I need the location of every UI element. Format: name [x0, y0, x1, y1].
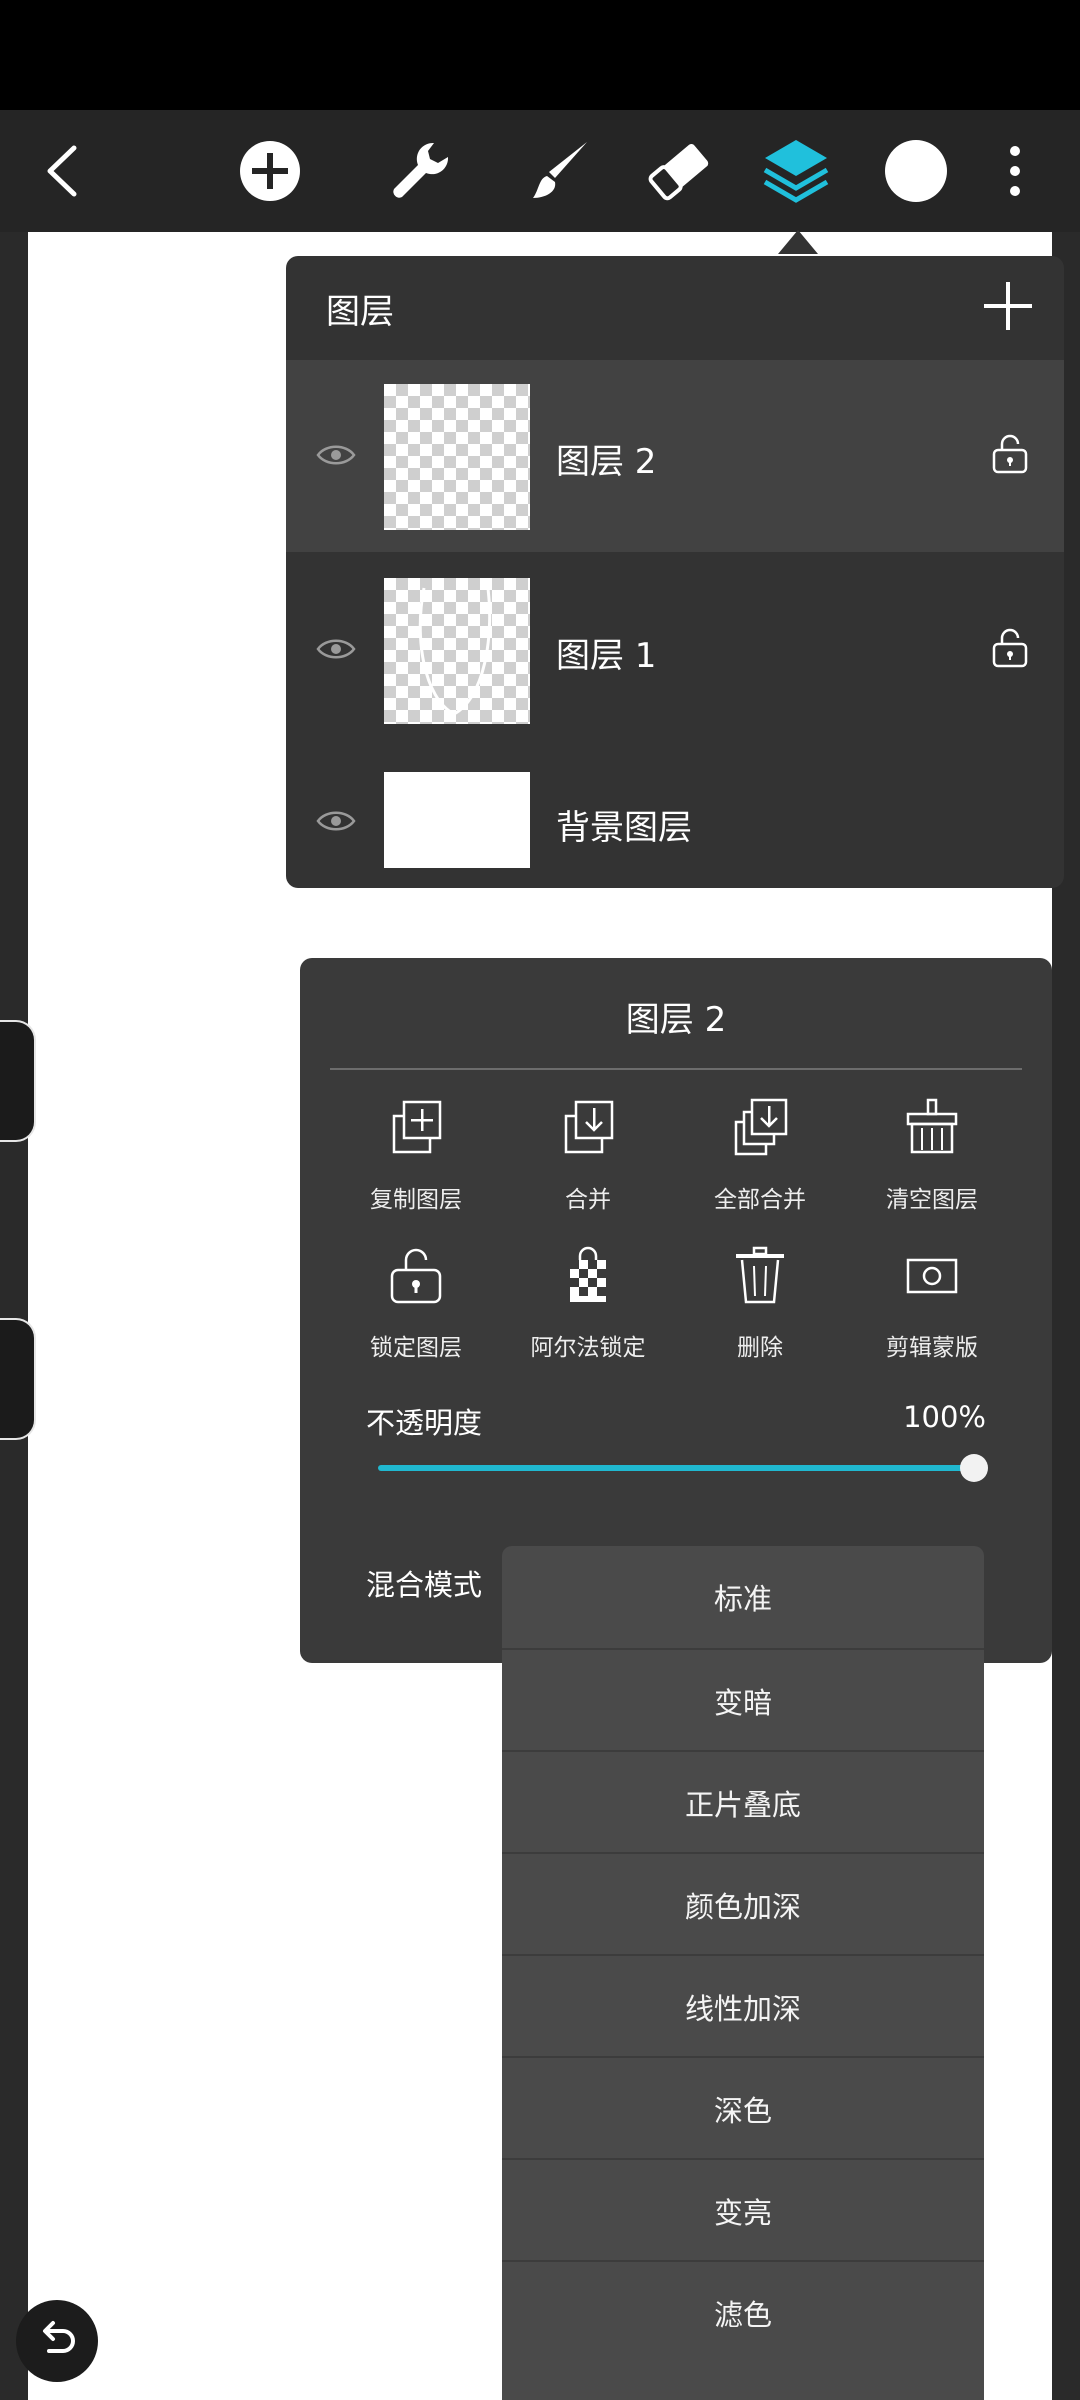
status-bar [0, 0, 1080, 110]
settings-button[interactable] [382, 110, 458, 232]
clipping-mask-icon [906, 1258, 958, 1294]
layer-name: 背景图层 [556, 808, 692, 848]
merge-button[interactable]: 合并 [502, 1098, 674, 1228]
lock-layer-icon [390, 1248, 442, 1304]
merge-all-icon [734, 1098, 788, 1156]
color-button[interactable] [880, 110, 952, 232]
layer-thumbnail [384, 384, 530, 530]
unlock-icon[interactable] [990, 628, 1030, 668]
color-swatch [885, 140, 947, 202]
duplicate-layer-button[interactable]: 复制图层 [330, 1098, 502, 1228]
layers-panel-title: 图层 [326, 292, 394, 332]
layer-name: 图层 2 [556, 442, 657, 482]
layer-row-2[interactable]: 图层 2 [286, 360, 1064, 552]
lock-layer-button[interactable]: 锁定图层 [330, 1246, 502, 1376]
layer-row-background[interactable]: 背景图层 [286, 752, 1064, 886]
blend-option-normal[interactable]: 标准 [502, 1546, 984, 1648]
action-label: 复制图层 [370, 1187, 462, 1213]
alpha-lock-icon [570, 1246, 606, 1302]
brush-opacity-handle[interactable] [0, 1318, 36, 1440]
back-icon [47, 145, 77, 197]
visibility-eye-icon[interactable] [316, 442, 356, 468]
add-icon [240, 141, 300, 201]
layers-panel: 图层 图层 2 图层 1 背景图层 [286, 256, 1064, 888]
layer-thumbnail [384, 578, 530, 724]
action-label: 剪辑蒙版 [886, 1335, 978, 1361]
undo-icon [43, 2321, 75, 2353]
action-label: 清空图层 [886, 1187, 978, 1213]
clear-layer-button[interactable]: 清空图层 [846, 1098, 1018, 1228]
add-button[interactable] [234, 110, 306, 232]
duplicate-layer-icon [392, 1100, 442, 1154]
blend-option-color-burn[interactable]: 颜色加深 [502, 1854, 984, 1956]
visibility-eye-icon[interactable] [316, 636, 356, 662]
unlock-icon[interactable] [990, 434, 1030, 474]
alpha-lock-button[interactable]: 阿尔法锁定 [502, 1246, 674, 1376]
layers-icon [763, 140, 829, 203]
action-label: 删除 [737, 1335, 783, 1361]
brush-size-handle[interactable] [0, 1020, 36, 1142]
canvas-gutter-left [0, 232, 28, 2400]
blend-option-multiply[interactable]: 正片叠底 [502, 1752, 984, 1854]
eraser-icon [648, 144, 709, 201]
blend-option-darken[interactable]: 变暗 [502, 1650, 984, 1752]
blend-option-darker-color[interactable]: 深色 [502, 2058, 984, 2160]
blend-mode-label: 混合模式 [366, 1568, 483, 1602]
action-label: 合并 [565, 1187, 611, 1213]
opacity-label: 不透明度 [366, 1406, 483, 1440]
add-layer-icon[interactable] [980, 278, 1036, 334]
opacity-value: 100% [903, 1400, 986, 1434]
more-button[interactable] [994, 110, 1036, 232]
layer-sketch-preview [418, 587, 492, 716]
undo-button[interactable] [16, 2300, 98, 2382]
brush-button[interactable] [522, 110, 598, 232]
layer-row-1[interactable]: 图层 1 [286, 554, 1064, 746]
brush-icon [533, 142, 587, 198]
clear-layer-icon [906, 1098, 958, 1154]
layer-properties-title: 图层 2 [625, 1000, 727, 1040]
wrench-icon [393, 142, 449, 198]
clipping-mask-button[interactable]: 剪辑蒙版 [846, 1246, 1018, 1376]
opacity-slider-thumb[interactable] [960, 1454, 988, 1482]
blend-option-screen[interactable]: 滤色 [502, 2262, 984, 2364]
action-label: 阿尔法锁定 [530, 1335, 646, 1361]
top-toolbar [0, 110, 1080, 232]
blend-mode-dropdown: 标准 变暗 正片叠底 颜色加深 线性加深 深色 变亮 滤色 [502, 1546, 984, 2400]
visibility-eye-icon[interactable] [316, 808, 356, 834]
layer-thumbnail [384, 772, 530, 868]
blend-option-lighten[interactable]: 变亮 [502, 2160, 984, 2262]
more-icon [1010, 146, 1020, 196]
back-button[interactable] [30, 110, 94, 232]
blend-option-linear-burn[interactable]: 线性加深 [502, 1956, 984, 2058]
action-label: 锁定图层 [370, 1335, 462, 1361]
layers-panel-header: 图层 [286, 256, 1064, 360]
delete-layer-button[interactable]: 删除 [674, 1246, 846, 1376]
action-label: 全部合并 [714, 1187, 806, 1213]
merge-icon [564, 1100, 614, 1154]
opacity-slider-track[interactable] [378, 1465, 974, 1471]
panel-pointer [778, 230, 818, 254]
merge-all-button[interactable]: 全部合并 [674, 1098, 846, 1228]
divider [330, 1068, 1022, 1070]
trash-icon [736, 1246, 784, 1304]
layers-button[interactable] [758, 110, 834, 232]
layer-name: 图层 1 [556, 636, 657, 676]
eraser-button[interactable] [640, 110, 716, 232]
